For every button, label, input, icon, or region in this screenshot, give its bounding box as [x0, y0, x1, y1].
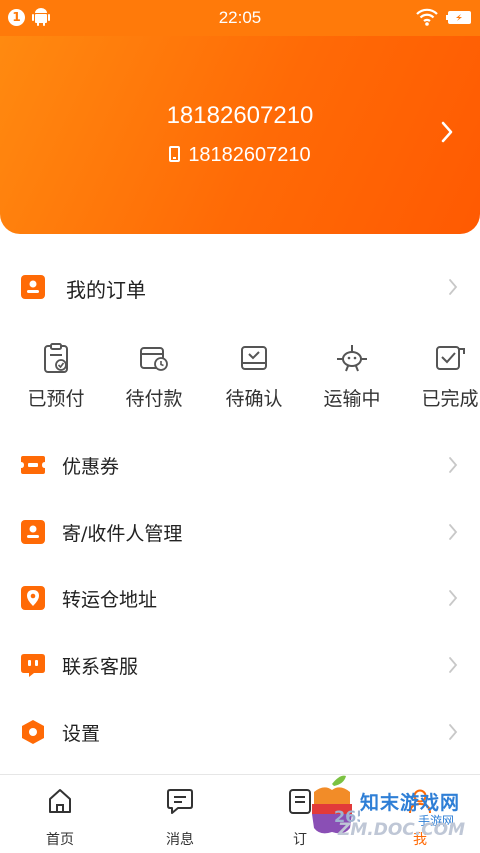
user-phone-row: 18182607210 [0, 144, 480, 167]
user-icon [409, 789, 431, 814]
contact-card-icon [21, 520, 45, 544]
profile-header[interactable]: 18182607210 18182607210 [0, 36, 480, 234]
my-orders-label: 我的订单 [66, 278, 146, 302]
chat-support-icon [21, 654, 45, 677]
status-bar: 1 22:05 [0, 0, 480, 36]
warehouse-address-row[interactable]: 转运仓地址 [0, 565, 480, 631]
orders-icon [21, 275, 45, 299]
warehouse-address-label: 转运仓地址 [62, 589, 158, 611]
coupons-row[interactable]: 优惠券 [0, 432, 480, 498]
home-icon [49, 789, 71, 813]
settings-label: 设置 [62, 723, 101, 745]
chevron-right-icon [449, 657, 458, 673]
tab-me[interactable]: 我 [360, 775, 480, 853]
checkbox-done-icon [436, 346, 465, 370]
wallet-clock-icon [140, 347, 168, 371]
status-label: 已预付 [27, 388, 85, 410]
status-label: 待付款 [125, 388, 183, 410]
box-check-icon [241, 346, 267, 370]
bottom-tab-bar: 首页 消息 订 我 [0, 775, 480, 853]
wifi-icon [416, 8, 438, 26]
chevron-right-icon [449, 457, 458, 473]
location-icon [21, 586, 45, 610]
settings-icon [22, 720, 44, 744]
user-phone: 18182607210 [188, 144, 311, 166]
customer-service-row[interactable]: 联系客服 [0, 632, 480, 698]
contacts-label: 寄/收件人管理 [62, 523, 183, 545]
chevron-right-icon [449, 590, 458, 606]
airplane-icon [337, 345, 367, 372]
order-icon [289, 789, 311, 814]
message-icon [167, 789, 193, 814]
settings-row[interactable]: 设置 [0, 699, 480, 765]
chevron-right-icon [449, 724, 458, 740]
contacts-row[interactable]: 寄/收件人管理 [0, 499, 480, 565]
user-name: 18182607210 [166, 102, 314, 129]
status-label: 已完成 [421, 388, 479, 410]
chevron-right-icon[interactable] [440, 120, 454, 144]
status-in-transit[interactable]: 运输中 [304, 336, 400, 426]
mobile-phone-icon [169, 146, 181, 162]
chevron-right-icon [449, 524, 458, 540]
tab-messages[interactable]: 消息 [120, 775, 240, 853]
tab-label: 消息 [166, 832, 194, 848]
coupon-icon [21, 456, 45, 474]
tab-label: 首页 [46, 832, 74, 848]
customer-service-label: 联系客服 [62, 656, 139, 678]
my-orders-row[interactable]: 我的订单 [0, 254, 480, 320]
clock: 22:05 [218, 8, 262, 27]
status-pending-confirm[interactable]: 待确认 [206, 336, 302, 426]
tab-label: 订 [293, 832, 307, 848]
status-pending-payment[interactable]: 待付款 [106, 336, 202, 426]
tab-orders[interactable]: 订 [240, 775, 360, 853]
order-status-bar: 已预付 待付款 待确认 运输中 已完成 [0, 336, 480, 426]
status-completed[interactable]: 已完成 [402, 336, 480, 426]
status-label: 待确认 [225, 388, 283, 410]
status-prepaid[interactable]: 已预付 [8, 336, 104, 426]
chevron-right-icon [449, 279, 458, 295]
clipboard-check-icon [44, 343, 68, 373]
battery-icon [446, 11, 471, 24]
tab-home[interactable]: 首页 [0, 775, 120, 853]
coupons-label: 优惠券 [62, 456, 120, 478]
tab-label: 我 [413, 832, 427, 848]
status-label: 运输中 [323, 388, 381, 410]
